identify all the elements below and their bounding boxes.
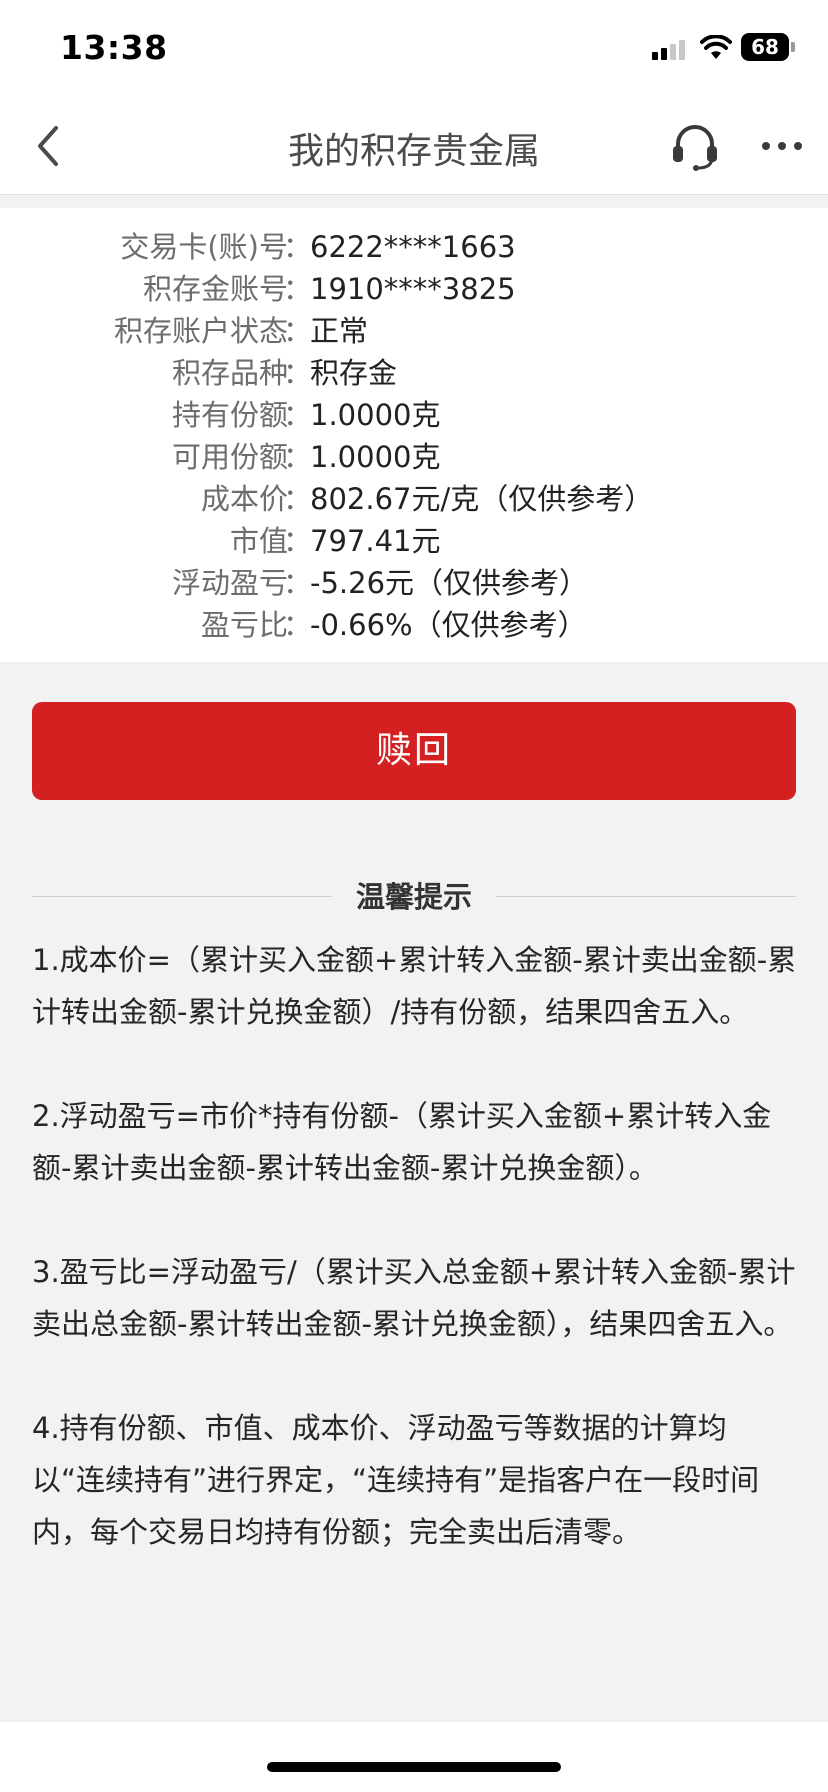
cellular-signal-icon xyxy=(652,38,686,60)
nav-bar: 我的积存贵金属 xyxy=(0,98,828,195)
info-colon: ： xyxy=(283,608,313,642)
info-row-pnl-ratio: 盈亏比 ： -0.66%（仅供参考） xyxy=(0,604,828,646)
info-value: 1.0000克 xyxy=(310,398,441,432)
info-row-floating-pnl: 浮动盈亏 ： -5.26元（仅供参考） xyxy=(0,562,828,604)
tips-title: 温馨提示 xyxy=(355,880,472,914)
battery-cap xyxy=(791,42,795,52)
info-label: 市值 xyxy=(229,524,288,558)
info-value: -0.66%（仅供参考） xyxy=(310,608,587,642)
info-colon: ： xyxy=(283,524,313,558)
info-value: 1910****3825 xyxy=(310,272,516,306)
tip-item: 4.持有份额、市值、成本价、浮动盈亏等数据的计算均以“连续持有”进行界定，“连续… xyxy=(32,1411,760,1549)
info-colon: ： xyxy=(283,314,313,348)
info-value: -5.26元（仅供参考） xyxy=(310,566,589,600)
info-row-holding-quantity: 持有份额 ： 1.0000克 xyxy=(0,394,828,436)
info-label: 盈亏比 xyxy=(200,608,288,642)
divider xyxy=(496,896,796,897)
info-colon: ： xyxy=(283,440,313,474)
info-label: 可用份额 xyxy=(171,440,288,474)
info-label: 积存金账号 xyxy=(142,272,288,306)
info-label: 积存账户状态 xyxy=(113,314,288,348)
info-label: 积存品种 xyxy=(171,356,288,390)
status-bar: 13:38 68 xyxy=(0,0,828,98)
tip-item: 3.盈亏比=浮动盈亏/（累计买入总金额+累计转入金额-累计卖出总金额-累计转出金… xyxy=(32,1255,796,1341)
info-row-market-value: 市值 ： 797.41元 xyxy=(0,520,828,562)
info-row-cost-price: 成本价 ： 802.67元/克（仅供参考） xyxy=(0,478,828,520)
info-label: 浮动盈亏 xyxy=(171,566,288,600)
info-value: 6222****1663 xyxy=(310,230,516,264)
info-label: 持有份额 xyxy=(171,398,288,432)
info-row-available-quantity: 可用份额 ： 1.0000克 xyxy=(0,436,828,478)
info-colon: ： xyxy=(283,356,313,390)
bottom-safe-area xyxy=(0,1722,828,1792)
divider xyxy=(32,896,332,897)
tips-body: 1.成本价=（累计买入金额+累计转入金额-累计卖出金额-累计转出金额-累计兑换金… xyxy=(32,934,798,1610)
info-colon: ： xyxy=(283,566,313,600)
info-colon: ： xyxy=(283,272,313,306)
info-colon: ： xyxy=(283,398,313,432)
home-indicator[interactable] xyxy=(267,1762,561,1772)
info-row-account-status: 积存账户状态 ： 正常 xyxy=(0,310,828,352)
account-info-card: 交易卡(账)号 ： 6222****1663 积存金账号 ： 1910****3… xyxy=(0,208,828,662)
info-colon: ： xyxy=(283,230,313,264)
more-horizontal-icon[interactable] xyxy=(760,126,804,166)
info-label: 交易卡(账)号 xyxy=(120,230,288,264)
redeem-button[interactable]: 赎回 xyxy=(32,702,796,800)
info-value: 积存金 xyxy=(310,356,398,390)
info-value: 正常 xyxy=(310,314,369,348)
battery-indicator: 68 xyxy=(741,33,789,61)
headset-icon[interactable] xyxy=(670,120,720,172)
info-row-gold-account: 积存金账号 ： 1910****3825 xyxy=(0,268,828,310)
info-row-product-type: 积存品种 ： 积存金 xyxy=(0,352,828,394)
info-label: 成本价 xyxy=(200,482,288,516)
info-colon: ： xyxy=(283,482,313,516)
info-row-card-number: 交易卡(账)号 ： 6222****1663 xyxy=(0,226,828,268)
tip-item: 1.成本价=（累计买入金额+累计转入金额-累计卖出金额-累计转出金额-累计兑换金… xyxy=(32,943,797,1029)
info-value: 1.0000克 xyxy=(310,440,441,474)
info-value: 797.41元 xyxy=(310,524,441,558)
tip-item: 2.浮动盈亏=市价*持有份额-（累计买入金额+累计转入金额-累计卖出金额-累计转… xyxy=(32,1099,772,1185)
wifi-icon xyxy=(700,35,732,59)
info-value: 802.67元/克（仅供参考） xyxy=(310,482,654,516)
status-time: 13:38 xyxy=(60,28,168,67)
